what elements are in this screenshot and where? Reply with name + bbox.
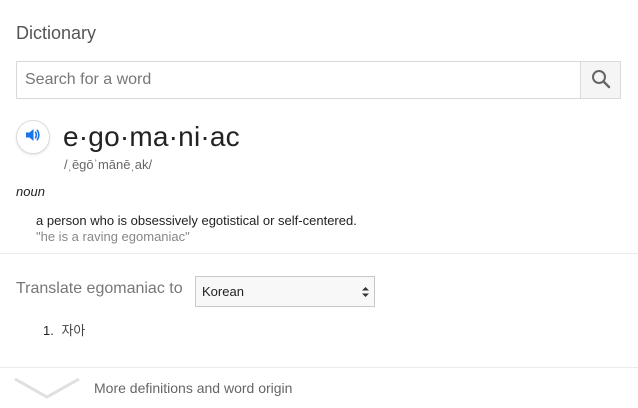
part-of-speech: noun — [16, 184, 45, 199]
language-select-value: Korean — [202, 284, 244, 299]
dictionary-card: Dictionary e·go·ma·ni·ac /ˌēgōˈmānēˌak/ … — [0, 0, 638, 408]
example-sentence: "he is a raving egomaniac" — [36, 229, 190, 244]
translate-label: Translate egomaniac to — [16, 280, 183, 297]
section-divider — [0, 253, 638, 254]
chevron-down-icon — [14, 376, 80, 405]
phonetic-spelling: /ˌēgōˈmānēˌak/ — [64, 157, 153, 172]
search-button[interactable] — [580, 62, 620, 98]
translation-number: 1. — [43, 323, 54, 338]
headword: e·go·ma·ni·ac — [63, 121, 240, 152]
search-box — [16, 61, 621, 99]
more-definitions-label: More definitions and word origin — [94, 380, 293, 396]
definition-text: a person who is obsessively egotistical … — [36, 213, 357, 228]
speaker-icon — [24, 126, 42, 149]
more-definitions-button[interactable]: More definitions and word origin — [0, 368, 638, 408]
translation-result: 1. 자아 — [43, 320, 85, 339]
pronunciation-button[interactable] — [16, 120, 50, 154]
search-icon — [591, 69, 611, 92]
card-title: Dictionary — [16, 23, 97, 43]
select-arrows-icon — [356, 285, 374, 299]
search-input[interactable] — [17, 62, 580, 98]
language-select[interactable]: Korean — [195, 276, 375, 307]
translation-text: 자아 — [61, 323, 86, 338]
